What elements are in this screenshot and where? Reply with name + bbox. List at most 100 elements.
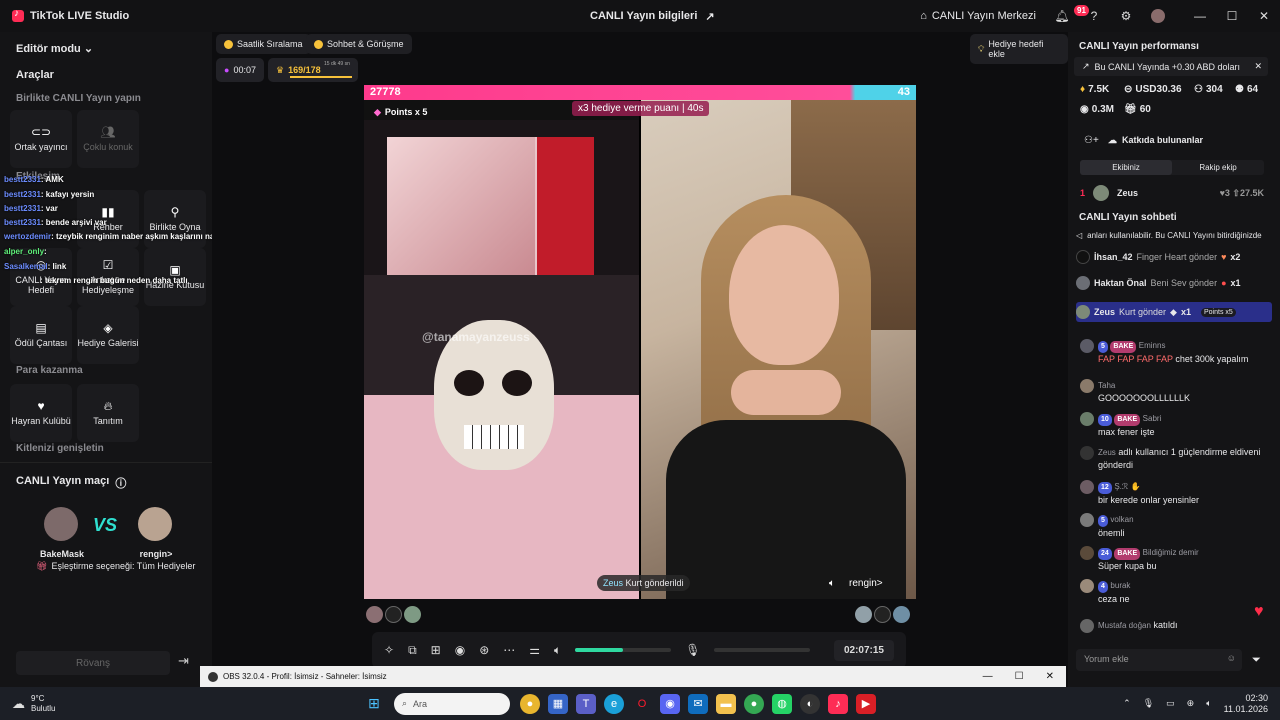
- tab-your-team[interactable]: Ekibiniz: [1080, 160, 1172, 175]
- player1-name: BakeMask: [39, 549, 85, 559]
- chat-comment: Taha GOOOOOOOLLLLLLK: [1080, 379, 1270, 404]
- folder-icon[interactable]: ▬: [716, 693, 736, 714]
- obs-app-icon[interactable]: ◐: [800, 693, 820, 714]
- youtube-icon[interactable]: ▶: [856, 693, 876, 714]
- match-option[interactable]: 🎁︎ Eşleştirme seçeneği: Tüm Hediyeler: [36, 561, 195, 572]
- layout-icon[interactable]: ⧉: [408, 643, 417, 658]
- more-icon[interactable]: ⋯: [503, 643, 515, 657]
- match-title: CANLI Yayın maçı ⓘ: [16, 475, 127, 491]
- rematch-button[interactable]: Rövanş: [16, 651, 170, 675]
- whatsapp-icon[interactable]: ◍: [772, 693, 792, 714]
- windows-start-icon[interactable]: ⊞: [364, 694, 384, 714]
- record-icon[interactable]: ◉: [455, 643, 465, 657]
- bell-icon[interactable]: 🔔︎: [1046, 0, 1078, 32]
- share-icon: ↗: [705, 11, 715, 23]
- wolf-icon: ◆: [1170, 306, 1177, 317]
- gift-gallery-tool[interactable]: ◈ Hediye Galerisi: [77, 306, 139, 364]
- maximize-button[interactable]: ☐: [1015, 671, 1024, 682]
- teams-icon[interactable]: T: [576, 693, 596, 714]
- reward-bag-label: Ödül Çantası: [14, 337, 68, 348]
- stat-usd: ⊝ USD30.36: [1124, 84, 1182, 95]
- mic-volume-slider[interactable]: [714, 648, 811, 652]
- live-info-link[interactable]: CANLI Yayın bilgileri ↗: [590, 10, 715, 23]
- stat-gifts: 🎁︎ 60: [1124, 104, 1151, 115]
- elapsed-timer: ● 00:07: [216, 58, 264, 82]
- chat-comment: 5 volkan önemli: [1080, 513, 1270, 539]
- promo-tool[interactable]: 🔥︎ Tanıtım: [77, 384, 139, 442]
- minimize-button[interactable]: —: [983, 671, 993, 682]
- opponent-label: 🔈︎ rengin>: [829, 578, 883, 589]
- perf-banner: ↗ Bu CANLI Yayında +0.30 ABD doları ✕: [1074, 57, 1268, 76]
- exit-icon[interactable]: ⇥: [178, 653, 189, 669]
- chrome-profile-icon[interactable]: ●: [744, 693, 764, 714]
- edge-icon[interactable]: e: [604, 693, 624, 714]
- top-contributor-row[interactable]: 1 Zeus ♥3 ⇧27.5K: [1080, 185, 1264, 201]
- discord-icon[interactable]: ◉: [660, 693, 680, 714]
- player2-name: rengin>: [139, 549, 173, 559]
- weather-widget[interactable]: ☁ 9°C Bulutlu: [0, 694, 360, 714]
- microphone-icon[interactable]: 🎙︎: [685, 643, 700, 657]
- right-panel: CANLI Yayın performansı ↗ Bu CANLI Yayınd…: [1068, 32, 1280, 687]
- cloud-icon: ☁: [12, 695, 25, 711]
- chat-call-button[interactable]: Sohbet & Görüşme: [306, 34, 412, 54]
- multi-guest-tool[interactable]: 👥︎ Çoklu konuk: [77, 110, 139, 168]
- volume-icon[interactable]: 🔈︎: [1206, 698, 1211, 709]
- clock[interactable]: 02:30 11.01.2026: [1224, 693, 1268, 715]
- close-button[interactable]: ✕: [1046, 671, 1054, 682]
- stat-new: ⚉ 64: [1235, 84, 1259, 95]
- minimize-button[interactable]: —: [1184, 0, 1216, 32]
- close-button[interactable]: ✕: [1248, 0, 1280, 32]
- tray-chevron-icon[interactable]: ⌃: [1123, 698, 1131, 709]
- fan-club-tool[interactable]: ♥ Hayran Kulübü: [10, 384, 72, 442]
- people-icon: 👥︎: [100, 124, 116, 139]
- tiktok-app-icon[interactable]: ♪: [828, 693, 848, 714]
- battle-video[interactable]: 27778 43 @tanamayanzeuss ◆ Points x 5 🔈︎ r…: [364, 85, 916, 599]
- gear-icon[interactable]: ⚙: [1110, 0, 1142, 32]
- speaker-icon[interactable]: 🔈︎: [554, 643, 561, 658]
- magic-icon[interactable]: ✧: [384, 643, 394, 657]
- display-icon[interactable]: ▭: [1166, 698, 1175, 709]
- opera-icon[interactable]: O: [632, 694, 652, 714]
- gift-icon: ♥: [1221, 252, 1227, 262]
- gift-goal-button[interactable]: 💡︎ Hediye hedefi ekle: [970, 34, 1068, 64]
- maximize-button[interactable]: ☐: [1216, 0, 1248, 32]
- settings-sliders-icon[interactable]: ⚌: [529, 643, 540, 657]
- chat-comment: Zeus adlı kullanıcı 1 güçlendirme eldive…: [1080, 446, 1270, 471]
- player2-avatar[interactable]: [138, 507, 172, 541]
- coin-icon: [314, 39, 323, 49]
- player1-avatar[interactable]: [44, 507, 78, 541]
- comment-input[interactable]: Yorum ekle ☺: [1076, 649, 1242, 671]
- overlay-chat-line: bestt2331: bende arşivi var: [4, 218, 107, 227]
- points-badge: ◆ Points x 5: [374, 107, 428, 117]
- cohost-tool[interactable]: ⊂⊃ Ortak yayıncı: [10, 110, 72, 168]
- live-match-panel: CANLI Yayın maçı ⓘ BakeMask VS rengin> 🎁︎…: [0, 462, 212, 687]
- chrome-icon[interactable]: ●: [520, 693, 540, 714]
- taskbar-search[interactable]: ⌕ Ara: [394, 692, 510, 715]
- close-icon[interactable]: ✕: [1254, 61, 1262, 72]
- live-center-button[interactable]: ⌂ CANLI Yayın Merkezi: [910, 0, 1046, 32]
- team-right-avatars: [855, 606, 910, 623]
- filter-icon[interactable]: ⏷: [1252, 654, 1261, 667]
- obs-window-bar[interactable]: OBS 32.0.4 - Profil: İsimsiz - Sahneler:…: [200, 666, 1066, 687]
- add-user-icon[interactable]: ⚇+: [1084, 135, 1099, 146]
- chest-icon: ▣: [169, 262, 181, 277]
- camera-icon[interactable]: ⊛: [479, 643, 489, 657]
- editor-mode-dropdown[interactable]: Editör modu ⌄: [0, 32, 212, 65]
- overlay-chat-line: bestt2331: AMK: [4, 175, 64, 184]
- help-icon[interactable]: ⓘ: [115, 475, 126, 491]
- heart-icon[interactable]: ♥: [1254, 603, 1264, 621]
- hourly-rank-button[interactable]: Saatlik Sıralama: [216, 34, 311, 54]
- speaker-volume-slider[interactable]: [575, 648, 672, 652]
- contributors-button[interactable]: ☁ Katkıda bulunanlar: [1108, 135, 1203, 146]
- poll-icon: ☑: [102, 257, 114, 272]
- network-icon[interactable]: ⊕: [1187, 698, 1195, 709]
- mail-icon[interactable]: ✉: [688, 693, 708, 714]
- tab-rival-team[interactable]: Rakip ekip: [1172, 160, 1264, 175]
- gem-icon: ◆: [374, 107, 381, 117]
- screen-icon[interactable]: ⊞: [431, 643, 441, 657]
- microphone-icon[interactable]: 🎙︎: [1143, 698, 1154, 709]
- store-icon[interactable]: ▦: [548, 693, 568, 714]
- reward-bag-tool[interactable]: ▤ Ödül Çantası: [10, 306, 72, 364]
- profile-avatar[interactable]: [1142, 0, 1174, 32]
- notice-bar: ◁ anları kullanılabilir. Bu CANLI Yayını …: [1076, 231, 1272, 245]
